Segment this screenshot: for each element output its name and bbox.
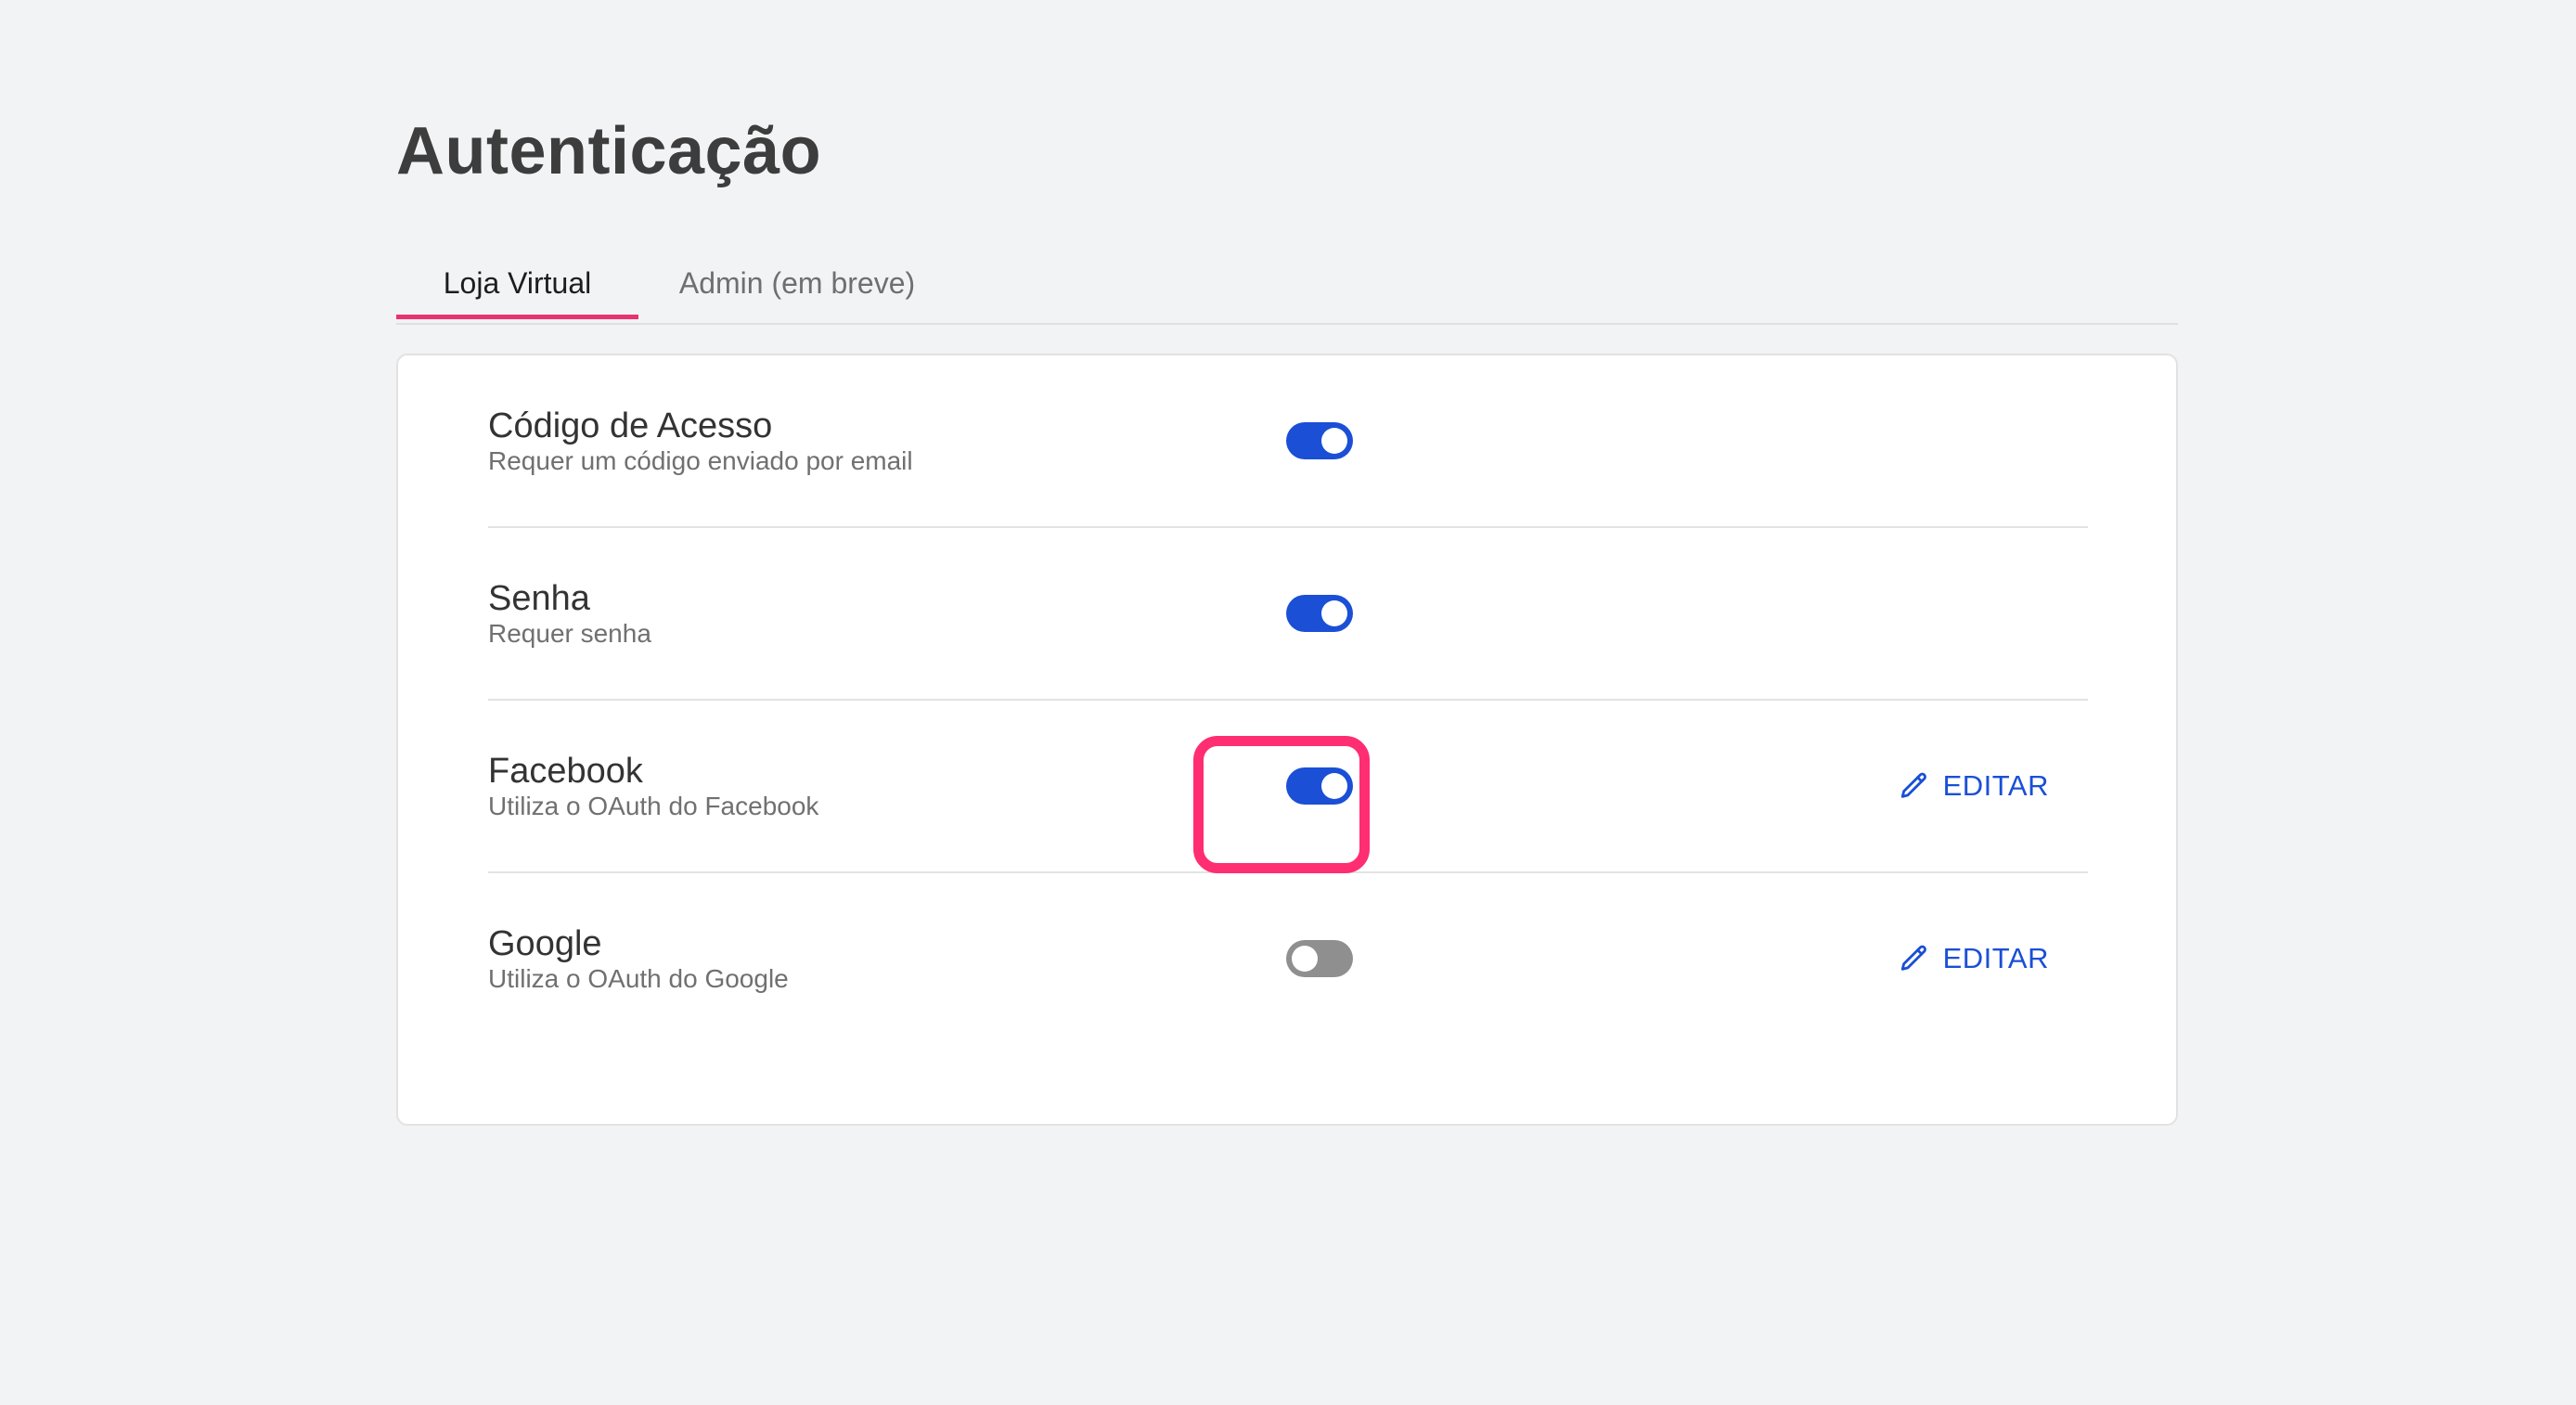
setting-row-google: Google Utiliza o OAuth do Google EDITAR	[488, 873, 2088, 1044]
pencil-icon	[1900, 772, 1926, 798]
toggle-knob	[1321, 600, 1347, 626]
tab-bar: Loja Virtual Admin (em breve)	[396, 251, 2178, 325]
setting-row-codigo-acesso: Código de Acesso Requer um código enviad…	[488, 355, 2088, 528]
edit-label: EDITAR	[1942, 769, 2049, 802]
page-title: Autenticação	[396, 114, 822, 188]
toggle-knob	[1321, 428, 1347, 454]
setting-description: Requer senha	[488, 619, 651, 648]
settings-card: Código de Acesso Requer um código enviad…	[396, 354, 2178, 1126]
toggle-knob	[1321, 773, 1347, 799]
toggle-highlight-box	[1193, 736, 1370, 873]
senha-toggle[interactable]	[1286, 595, 1353, 632]
tab-admin[interactable]: Admin (em breve)	[638, 251, 956, 319]
setting-title: Código de Acesso	[488, 406, 773, 445]
toggle-knob	[1292, 946, 1318, 972]
pencil-icon	[1900, 945, 1926, 971]
google-edit-button[interactable]: EDITAR	[1899, 933, 2049, 985]
setting-description: Utiliza o OAuth do Facebook	[488, 792, 819, 820]
codigo-acesso-toggle[interactable]	[1286, 422, 1353, 459]
setting-row-senha: Senha Requer senha	[488, 528, 2088, 701]
facebook-toggle[interactable]	[1286, 767, 1353, 805]
edit-label: EDITAR	[1942, 942, 2049, 974]
setting-title: Google	[488, 924, 602, 963]
setting-description: Utiliza o OAuth do Google	[488, 964, 789, 993]
setting-title: Facebook	[488, 752, 643, 791]
setting-description: Requer um código enviado por email	[488, 446, 913, 475]
facebook-edit-button[interactable]: EDITAR	[1899, 760, 2049, 812]
tab-loja-virtual[interactable]: Loja Virtual	[396, 251, 638, 319]
google-toggle[interactable]	[1286, 940, 1353, 977]
setting-row-facebook: Facebook Utiliza o OAuth do Facebook EDI…	[488, 701, 2088, 873]
setting-title: Senha	[488, 579, 590, 618]
